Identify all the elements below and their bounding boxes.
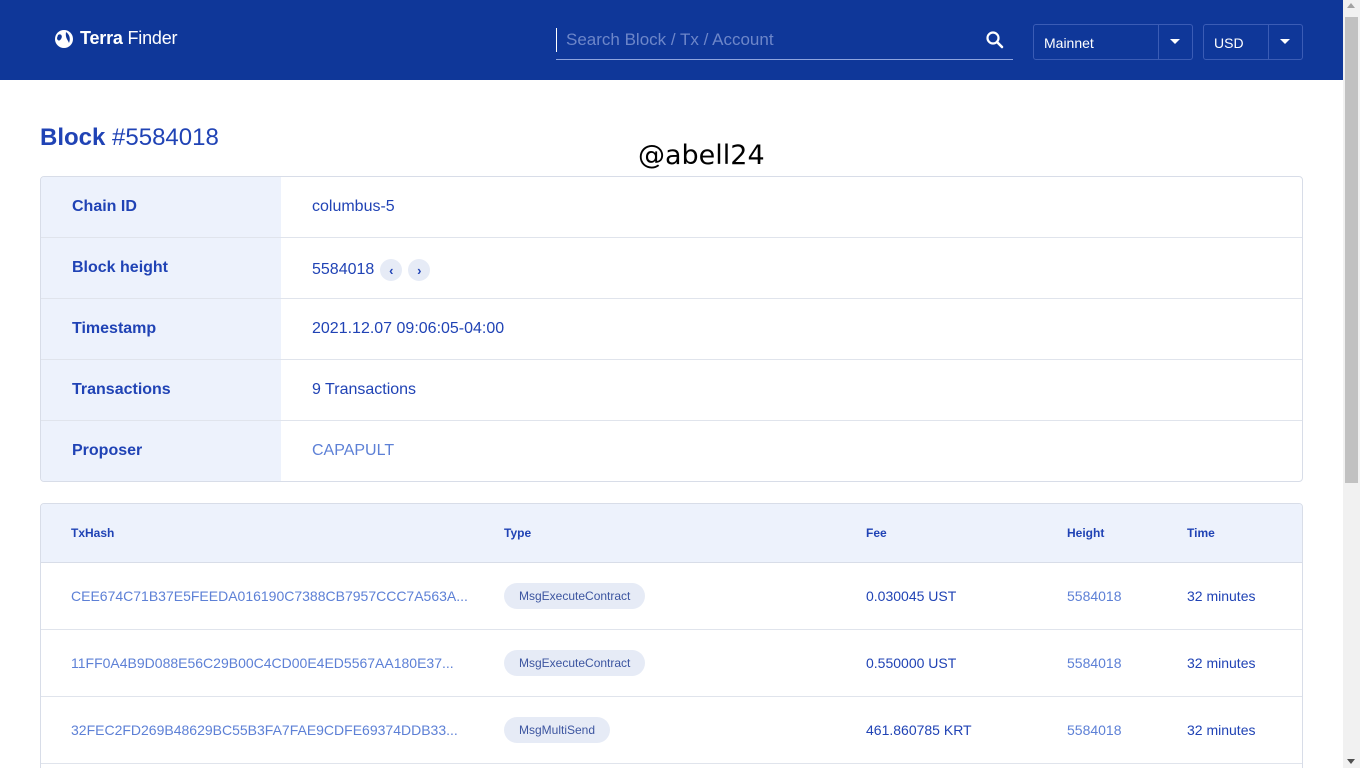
network-select[interactable]: Mainnet bbox=[1033, 24, 1193, 60]
table-header: TxHash Type Fee Height Time bbox=[41, 504, 1302, 563]
info-label: Block height bbox=[41, 238, 281, 298]
block-info-card: Chain ID columbus-5 Block height 5584018… bbox=[40, 176, 1303, 482]
watermark-text: @abell24 bbox=[638, 140, 765, 171]
info-label: Timestamp bbox=[41, 299, 281, 359]
tx-type-badge: MsgMultiSend bbox=[504, 717, 611, 743]
column-header-time: Time bbox=[1187, 526, 1215, 540]
info-label: Transactions bbox=[41, 360, 281, 420]
tx-time: 32 minutes bbox=[1187, 722, 1256, 738]
tx-hash-link[interactable]: CEE674C71B37E5FEEDA016190C7388CB7957CCC7… bbox=[71, 588, 468, 604]
info-label: Proposer bbox=[41, 421, 281, 481]
tx-fee: 461.860785 KRT bbox=[866, 722, 972, 738]
currency-select[interactable]: USD bbox=[1203, 24, 1303, 60]
chevron-down-icon bbox=[1170, 39, 1180, 44]
page-title: Block #5584018 bbox=[40, 124, 219, 151]
table-row: 32FEC2FD269B48629BC55B3FA7FAE9CDFE69374D… bbox=[41, 697, 1302, 764]
tx-height-link[interactable]: 5584018 bbox=[1067, 588, 1122, 604]
scroll-up-arrow-icon[interactable] bbox=[1347, 3, 1355, 8]
block-height-value: 5584018 bbox=[312, 261, 375, 278]
terra-finder-logo[interactable]: Terra Finder bbox=[54, 28, 178, 49]
vertical-scrollbar[interactable] bbox=[1343, 0, 1360, 768]
transactions-table: TxHash Type Fee Height Time CEE674C71B37… bbox=[40, 503, 1303, 768]
proposer-link[interactable]: CAPAPULT bbox=[312, 442, 394, 460]
info-row-transactions: Transactions 9 Transactions bbox=[41, 360, 1302, 421]
currency-value: USD bbox=[1214, 35, 1244, 51]
chain-id-value: columbus-5 bbox=[312, 198, 395, 215]
table-row: 11FF0A4B9D088E56C29B00C4CD00E4ED5567AA18… bbox=[41, 630, 1302, 697]
previous-block-button[interactable]: ‹ bbox=[380, 259, 403, 281]
transactions-value: 9 Transactions bbox=[312, 381, 417, 398]
tx-hash-link[interactable]: 11FF0A4B9D088E56C29B00C4CD00E4ED5567AA18… bbox=[71, 655, 454, 671]
network-dropdown-toggle[interactable] bbox=[1158, 25, 1192, 59]
info-row-proposer: Proposer CAPAPULT bbox=[41, 421, 1302, 481]
timestamp-value: 2021.12.07 09:06:05-04:00 bbox=[312, 320, 505, 337]
chevron-right-icon: › bbox=[417, 262, 422, 278]
tx-height-link[interactable]: 5584018 bbox=[1067, 655, 1122, 671]
info-row-chain-id: Chain ID columbus-5 bbox=[41, 177, 1302, 238]
tx-type-badge: MsgExecuteContract bbox=[504, 650, 646, 676]
column-header-txhash: TxHash bbox=[71, 526, 115, 540]
tx-time: 32 minutes bbox=[1187, 655, 1256, 671]
column-header-type: Type bbox=[504, 526, 532, 540]
column-header-height: Height bbox=[1067, 526, 1105, 540]
table-row: CEE674C71B37E5FEEDA016190C7388CB7957CCC7… bbox=[41, 563, 1302, 630]
scroll-thumb[interactable] bbox=[1345, 17, 1358, 483]
brand-name: Terra Finder bbox=[80, 28, 178, 48]
column-header-fee: Fee bbox=[866, 526, 887, 540]
tx-height-link[interactable]: 5584018 bbox=[1067, 722, 1122, 738]
next-block-button[interactable]: › bbox=[408, 259, 431, 281]
tx-fee: 0.030045 UST bbox=[866, 588, 957, 604]
info-row-timestamp: Timestamp 2021.12.07 09:06:05-04:00 bbox=[41, 299, 1302, 360]
chevron-left-icon: ‹ bbox=[389, 262, 394, 278]
block-height-value-group: 5584018 ‹ › bbox=[312, 259, 431, 281]
search-input[interactable] bbox=[556, 28, 966, 52]
tx-fee: 0.550000 UST bbox=[866, 655, 957, 671]
tx-time: 32 minutes bbox=[1187, 588, 1256, 604]
network-value: Mainnet bbox=[1044, 35, 1094, 51]
search-icon[interactable] bbox=[985, 30, 1005, 50]
tx-type-badge: MsgExecuteContract bbox=[504, 583, 646, 609]
currency-dropdown-toggle[interactable] bbox=[1268, 25, 1302, 59]
tx-hash-link[interactable]: 32FEC2FD269B48629BC55B3FA7FAE9CDFE69374D… bbox=[71, 722, 458, 738]
chevron-down-icon bbox=[1280, 39, 1290, 44]
terra-logo-icon bbox=[55, 29, 73, 48]
search-bar bbox=[556, 22, 1013, 60]
info-label: Chain ID bbox=[41, 177, 281, 237]
scroll-down-arrow-icon[interactable] bbox=[1347, 759, 1355, 764]
info-row-block-height: Block height 5584018 ‹ › bbox=[41, 238, 1302, 299]
top-header: Terra Finder Mainnet USD bbox=[0, 0, 1343, 80]
